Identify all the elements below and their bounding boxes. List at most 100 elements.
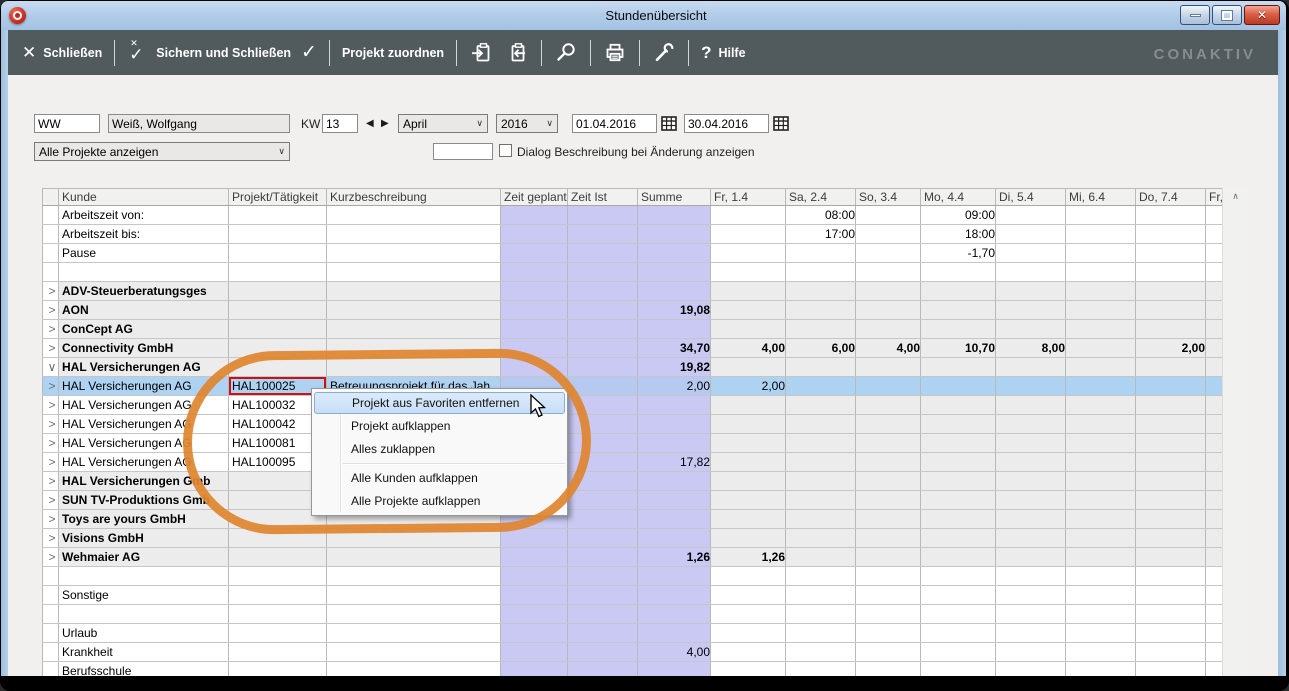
cell-day[interactable]: -1,70 — [921, 244, 996, 263]
assign-project-button[interactable]: Projekt zuordnen — [342, 46, 444, 60]
close-button[interactable]: ✕ Schließen — [22, 44, 102, 61]
row-expander[interactable]: > — [43, 472, 59, 491]
cell-summe[interactable] — [638, 263, 711, 282]
cell-kunde[interactable]: Wehmaier AG — [59, 548, 229, 567]
cell-day[interactable] — [786, 244, 856, 263]
cell-zeit-ist[interactable] — [568, 491, 638, 510]
cell-day[interactable] — [711, 624, 786, 643]
cell-day[interactable] — [1066, 453, 1136, 472]
cell-zeit-geplant[interactable] — [501, 225, 568, 244]
cell-kunde[interactable]: ADV-Steuerberatungsges — [59, 282, 229, 301]
cell-day[interactable] — [921, 263, 996, 282]
cell-day[interactable] — [1136, 491, 1206, 510]
cell-day[interactable] — [856, 529, 921, 548]
cell-kurzbeschreibung[interactable] — [327, 301, 501, 320]
cell-day[interactable] — [996, 244, 1066, 263]
cell-summe[interactable]: 17,82 — [638, 453, 711, 472]
cell-kurzbeschreibung[interactable] — [327, 586, 501, 605]
cell-day[interactable] — [711, 320, 786, 339]
row-expander[interactable]: > — [43, 548, 59, 567]
cell-zeit-ist[interactable] — [568, 529, 638, 548]
cell-day[interactable]: 09:00 — [921, 206, 996, 225]
cell-day[interactable] — [1206, 263, 1223, 282]
cell-day[interactable] — [1066, 643, 1136, 662]
cell-zeit-ist[interactable] — [568, 320, 638, 339]
cell-day[interactable]: 17:00 — [786, 225, 856, 244]
cell-kunde[interactable]: AON — [59, 301, 229, 320]
cell-day[interactable] — [996, 586, 1066, 605]
cell-day[interactable] — [786, 396, 856, 415]
date-to-input[interactable] — [684, 114, 769, 133]
cell-kurzbeschreibung[interactable] — [327, 320, 501, 339]
row-expander[interactable] — [43, 624, 59, 643]
cell-summe[interactable] — [638, 662, 711, 677]
cell-day[interactable] — [996, 320, 1066, 339]
cell-zeit-ist[interactable] — [568, 643, 638, 662]
cell-day[interactable] — [856, 244, 921, 263]
cell-projekt[interactable] — [229, 643, 327, 662]
cell-day[interactable] — [1206, 662, 1223, 677]
cell-day[interactable] — [1066, 567, 1136, 586]
cell-zeit-geplant[interactable] — [501, 529, 568, 548]
cell-day[interactable] — [996, 415, 1066, 434]
row-expander[interactable]: > — [43, 396, 59, 415]
cell-zeit-ist[interactable] — [568, 567, 638, 586]
cell-day[interactable] — [1206, 339, 1223, 358]
cell-day[interactable] — [1066, 415, 1136, 434]
cell-day[interactable] — [996, 282, 1066, 301]
cell-day[interactable] — [1066, 263, 1136, 282]
cell-kunde[interactable]: Visions GmbH — [59, 529, 229, 548]
cell-summe[interactable] — [638, 624, 711, 643]
save-and-close-button[interactable]: ✕ ✓ Sichern und Schließen — [127, 42, 291, 64]
cell-day[interactable] — [1136, 605, 1206, 624]
row-expander[interactable] — [43, 662, 59, 677]
cell-day[interactable]: 08:00 — [786, 206, 856, 225]
cell-day[interactable] — [786, 567, 856, 586]
close-window-button[interactable]: ✕ — [1244, 5, 1280, 25]
cell-day[interactable] — [1136, 567, 1206, 586]
cell-day[interactable] — [996, 377, 1066, 396]
cell-day[interactable]: 1,26 — [711, 548, 786, 567]
year-select[interactable]: 2016 ∨ — [496, 114, 558, 133]
row-expander[interactable]: > — [43, 282, 59, 301]
dialog-description-checkbox[interactable] — [499, 144, 512, 157]
cell-day[interactable] — [1206, 301, 1223, 320]
cell-projekt[interactable] — [229, 605, 327, 624]
cell-zeit-ist[interactable] — [568, 206, 638, 225]
cell-kunde[interactable]: Toys are yours GmbH — [59, 510, 229, 529]
project-filter-select[interactable]: Alle Projekte anzeigen ∨ — [34, 142, 290, 161]
cell-day[interactable] — [1206, 510, 1223, 529]
cell-zeit-ist[interactable] — [568, 586, 638, 605]
cell-day[interactable] — [1206, 434, 1223, 453]
cell-day[interactable] — [711, 415, 786, 434]
cell-day[interactable] — [786, 491, 856, 510]
cell-day[interactable] — [1136, 301, 1206, 320]
cell-day[interactable] — [1136, 415, 1206, 434]
cell-day[interactable] — [711, 529, 786, 548]
cell-day[interactable] — [711, 643, 786, 662]
cell-kurzbeschreibung[interactable] — [327, 263, 501, 282]
cell-projekt[interactable] — [229, 320, 327, 339]
cell-day[interactable] — [1206, 529, 1223, 548]
cell-day[interactable] — [786, 472, 856, 491]
cell-day[interactable] — [921, 396, 996, 415]
cell-kurzbeschreibung[interactable] — [327, 643, 501, 662]
cell-kurzbeschreibung[interactable] — [327, 206, 501, 225]
cell-summe[interactable]: 19,82 — [638, 358, 711, 377]
settings-button[interactable] — [652, 41, 676, 65]
cell-day[interactable] — [711, 662, 786, 677]
cell-day[interactable] — [1136, 320, 1206, 339]
cell-day[interactable] — [921, 282, 996, 301]
cell-zeit-geplant[interactable] — [501, 662, 568, 677]
cell-day[interactable] — [921, 415, 996, 434]
row-expander[interactable] — [43, 605, 59, 624]
row-expander[interactable] — [43, 244, 59, 263]
month-select[interactable]: April ∨ — [398, 114, 488, 133]
cell-day[interactable] — [711, 586, 786, 605]
cell-day[interactable] — [921, 548, 996, 567]
cell-day[interactable] — [1206, 244, 1223, 263]
cell-day[interactable] — [1206, 206, 1223, 225]
save-button[interactable]: ✓ — [291, 41, 317, 64]
cell-day[interactable] — [996, 358, 1066, 377]
cell-day[interactable] — [996, 206, 1066, 225]
